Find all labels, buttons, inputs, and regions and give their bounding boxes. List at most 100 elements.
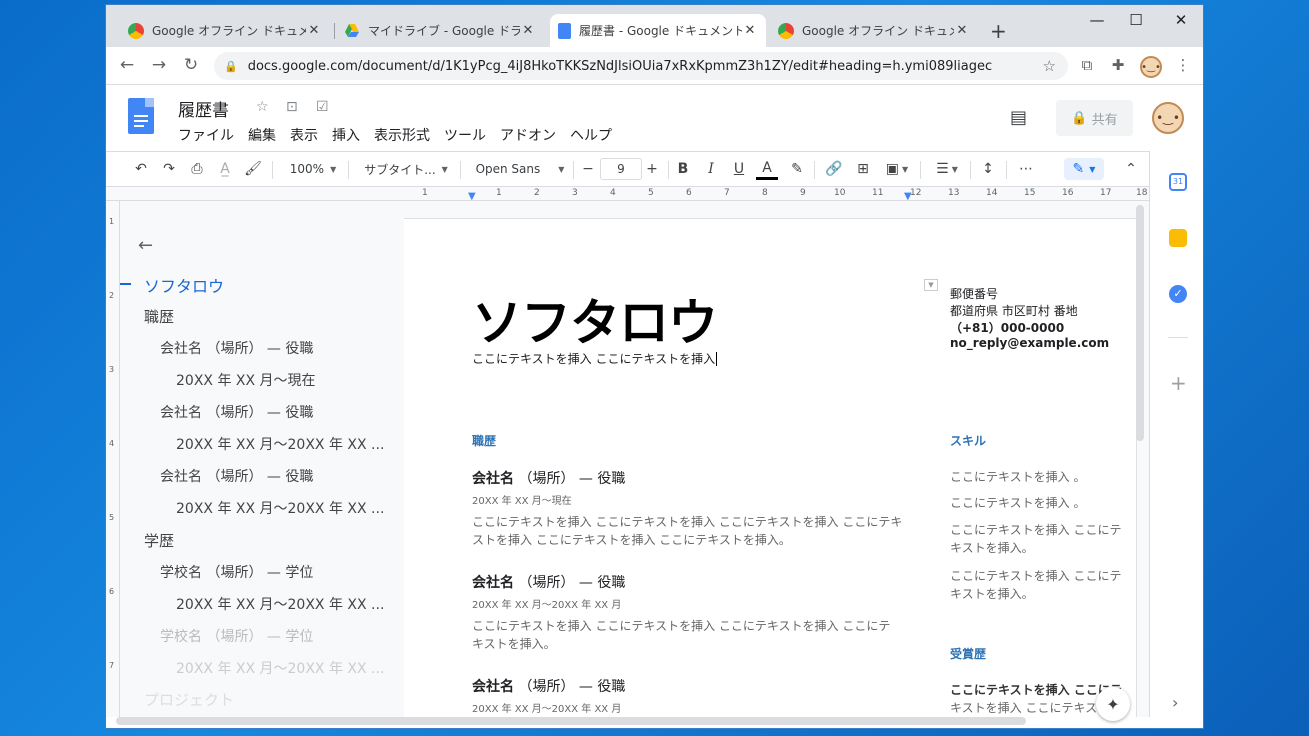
outline-item[interactable]: 職歴 (144, 306, 174, 327)
print-icon[interactable]: ⎙ (186, 158, 208, 180)
contact-address[interactable]: 都道府県 市区町村 番地 (950, 302, 1078, 319)
extensions-puzzle-icon[interactable]: ✚ (1107, 56, 1129, 74)
contact-email[interactable]: no_reply@example.com (950, 336, 1109, 350)
minimize-icon[interactable]: — (1082, 11, 1112, 29)
font-select[interactable]: Open Sans ▼ (472, 158, 568, 180)
tab-offline-docs-1[interactable]: Google オフライン ドキュメント - G ✕ (120, 14, 330, 47)
forward-icon[interactable]: → (147, 55, 171, 75)
move-folder-icon[interactable]: ⊡ (286, 99, 298, 115)
award-item[interactable]: ここにテキストを挿入 ここにテ (950, 681, 1122, 698)
table-cell-menu-icon[interactable]: ▼ (924, 279, 938, 291)
skill-item[interactable]: キストを挿入。 (950, 585, 1034, 602)
document-title[interactable]: 履歴書 (178, 96, 229, 121)
new-tab-button[interactable]: + (990, 14, 1020, 47)
menu-help[interactable]: ヘルプ (570, 125, 612, 145)
horizontal-scrollbar[interactable] (116, 717, 1026, 725)
outline-item[interactable]: 学歴 (144, 530, 174, 551)
add-addon-icon[interactable]: + (1170, 371, 1187, 395)
bold-icon[interactable]: B (672, 158, 694, 180)
explore-icon[interactable]: ✦ (1096, 687, 1130, 721)
zoom-select[interactable]: 100% ▼ (284, 158, 342, 180)
star-icon[interactable]: ☆ (256, 99, 269, 115)
tasks-icon[interactable]: ✓ (1169, 285, 1187, 303)
close-outline-arrow-icon[interactable]: ← (138, 235, 153, 256)
skill-item[interactable]: キストを挿入。 (950, 539, 1034, 556)
maximize-icon[interactable]: ☐ (1121, 11, 1151, 29)
decrease-font-size-icon[interactable]: − (578, 158, 598, 180)
close-window-icon[interactable]: ✕ (1166, 11, 1196, 29)
paragraph-style-select[interactable]: サブタイト... ▼ (360, 158, 452, 180)
redo-icon[interactable]: ↷ (158, 158, 180, 180)
job-description[interactable]: キストを挿入。 (472, 635, 556, 652)
skill-item[interactable]: ここにテキストを挿入 ここにテ (950, 521, 1121, 538)
menu-edit[interactable]: 編集 (248, 125, 276, 145)
vertical-scrollbar[interactable] (1136, 205, 1144, 441)
calendar-icon[interactable]: 31 (1169, 173, 1187, 191)
reload-icon[interactable]: ↻ (179, 55, 203, 75)
award-item[interactable]: キストを挿入 ここにテキス (950, 699, 1097, 716)
outline-item[interactable]: 20XX 年 XX 月～現在 (176, 370, 316, 390)
back-icon[interactable]: ← (115, 55, 139, 75)
docs-logo-icon[interactable] (128, 98, 154, 134)
close-tab-icon[interactable]: ✕ (742, 23, 758, 38)
outline-item[interactable]: 会社名 （場所） — 役職 (160, 466, 313, 486)
outline-item[interactable]: 20XX 年 XX 月～20XX 年 XX ... (176, 658, 384, 678)
italic-icon[interactable]: I (700, 158, 722, 180)
experience-heading[interactable]: 職歴 (472, 432, 496, 449)
insert-link-icon[interactable]: 🔗 (822, 158, 846, 180)
job-period[interactable]: 20XX 年 XX 月～20XX 年 XX 月 (472, 700, 621, 715)
offline-status-icon[interactable]: ☑ (316, 99, 329, 115)
menu-format[interactable]: 表示形式 (374, 125, 430, 145)
job-description[interactable]: ここにテキストを挿入 ここにテキストを挿入 ここにテキストを挿入 ここにテキ (472, 513, 902, 530)
skills-heading[interactable]: スキル (950, 432, 986, 449)
outline-item[interactable]: 20XX 年 XX 月～20XX 年 XX ... (176, 594, 384, 614)
spellcheck-icon[interactable]: A̲ (214, 158, 236, 180)
increase-font-size-icon[interactable]: + (642, 158, 662, 180)
menu-file[interactable]: ファイル (178, 125, 234, 145)
keep-icon[interactable] (1169, 229, 1187, 247)
underline-icon[interactable]: U (728, 158, 750, 180)
menu-tools[interactable]: ツール (444, 125, 486, 145)
job-description[interactable]: ここにテキストを挿入 ここにテキストを挿入 ここにテキストを挿入 ここにテ (472, 617, 890, 634)
account-avatar[interactable]: •‿• (1152, 102, 1184, 134)
job-description[interactable]: ストを挿入 ここにテキストを挿入 ここにテキストを挿入。 (472, 531, 791, 548)
tab-resume-doc[interactable]: 履歴書 - Google ドキュメント ✕ (550, 14, 766, 47)
highlight-icon[interactable]: ✎ (786, 158, 808, 180)
job-title-line[interactable]: 会社名 （場所） — 役職 (472, 676, 625, 696)
close-tab-icon[interactable]: ✕ (520, 23, 536, 38)
contact-phone[interactable]: （+81）000-0000 (950, 319, 1064, 336)
paint-format-icon[interactable]: 🖌 (242, 158, 264, 180)
outline-item[interactable]: 会社名 （場所） — 役職 (160, 402, 313, 422)
close-tab-icon[interactable]: ✕ (306, 23, 322, 38)
undo-icon[interactable]: ↶ (130, 158, 152, 180)
collapse-menu-icon[interactable]: ⌃ (1120, 158, 1142, 180)
job-period[interactable]: 20XX 年 XX 月～現在 (472, 492, 572, 507)
font-size-input[interactable]: 9 (600, 158, 642, 180)
job-period[interactable]: 20XX 年 XX 月～20XX 年 XX 月 (472, 596, 621, 611)
awards-heading[interactable]: 受賞歴 (950, 645, 986, 662)
outline-item[interactable]: プロジェクト (144, 689, 234, 710)
job-title-line[interactable]: 会社名 （場所） — 役職 (472, 468, 625, 488)
intro-text[interactable]: ここにテキストを挿入 ここにテキストを挿入 (472, 350, 721, 367)
outline-item[interactable]: ソフタロウ (144, 273, 224, 297)
expand-panel-icon[interactable]: › (1172, 693, 1178, 712)
skill-item[interactable]: ここにテキストを挿入 。 (950, 468, 1085, 485)
menu-insert[interactable]: 挿入 (332, 125, 360, 145)
contact-postal-code[interactable]: 郵便番号 (950, 285, 998, 302)
outline-item[interactable]: 会社名 （場所） — 役職 (160, 338, 313, 358)
resume-name-heading[interactable]: ソフタロウ (472, 283, 718, 355)
add-comment-icon[interactable]: ⊞ (852, 158, 874, 180)
line-spacing-icon[interactable]: ↕ (976, 158, 1000, 180)
outline-item[interactable]: 20XX 年 XX 月～20XX 年 XX ... (176, 498, 384, 518)
job-title-line[interactable]: 会社名 （場所） — 役職 (472, 572, 625, 592)
share-button[interactable]: 🔒 共有 (1056, 100, 1133, 136)
profile-avatar[interactable]: •‿• (1140, 56, 1162, 78)
skill-item[interactable]: ここにテキストを挿入 。 (950, 494, 1085, 511)
menu-addons[interactable]: アドオン (500, 125, 556, 145)
document-page[interactable]: ソフタロウ ここにテキストを挿入 ここにテキストを挿入 ▼ 郵便番号 都道府県 … (404, 219, 1136, 717)
insert-image-icon[interactable]: ▣ ▼ (880, 158, 914, 180)
text-color-icon[interactable]: A (756, 158, 778, 180)
outline-item[interactable]: 学校名 （場所） — 学位 (160, 626, 313, 646)
bookmark-star-icon[interactable]: ☆ (1043, 57, 1056, 75)
skill-item[interactable]: ここにテキストを挿入 ここにテ (950, 567, 1121, 584)
